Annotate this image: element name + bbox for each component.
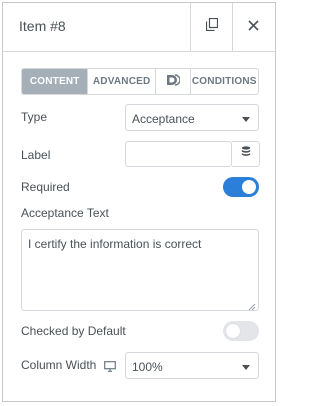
tab-conditions[interactable]: CONDITIONS xyxy=(191,69,258,94)
close-icon xyxy=(248,18,259,36)
dynamic-tags-button[interactable] xyxy=(232,141,260,167)
duplicate-button[interactable] xyxy=(190,3,232,51)
tab-dynamic[interactable] xyxy=(156,69,191,94)
chevron-down-icon xyxy=(242,365,250,370)
acceptance-text-textarea[interactable]: I certify the information is correct xyxy=(21,229,259,311)
toggle-knob xyxy=(226,324,240,338)
checked-by-default-toggle[interactable] xyxy=(223,321,259,341)
label-input[interactable] xyxy=(125,141,232,167)
toggle-knob xyxy=(242,180,256,194)
panel-header: Item #8 xyxy=(3,3,275,52)
label-field-label: Label xyxy=(21,148,51,162)
chevron-down-icon xyxy=(242,117,250,122)
checked-by-default-label: Checked by Default xyxy=(21,324,126,338)
required-label: Required xyxy=(21,180,70,194)
acceptance-text-label: Acceptance Text xyxy=(21,206,109,220)
duplicate-icon xyxy=(205,17,218,36)
item-settings-panel: Item #8 CONTENT ADVANCED CONDITIONS Type… xyxy=(2,2,276,402)
column-width-select[interactable]: 100% xyxy=(125,352,259,379)
desktop-icon[interactable] xyxy=(104,359,116,377)
dynamic-d-icon xyxy=(166,74,181,89)
tab-content[interactable]: CONTENT xyxy=(22,69,89,94)
column-width-label: Column Width xyxy=(21,358,97,372)
type-select-value: Acceptance xyxy=(132,112,195,126)
panel-title: Item #8 xyxy=(19,18,66,34)
type-select[interactable]: Acceptance xyxy=(125,104,259,131)
tab-advanced[interactable]: ADVANCED xyxy=(88,69,156,94)
type-label: Type xyxy=(21,110,48,124)
column-width-value: 100% xyxy=(132,360,163,374)
acceptance-text-value: I certify the information is correct xyxy=(28,237,202,251)
resize-handle-icon[interactable] xyxy=(248,300,256,311)
settings-tabs: CONTENT ADVANCED CONDITIONS xyxy=(21,68,259,95)
required-toggle[interactable] xyxy=(223,177,259,197)
close-button[interactable] xyxy=(232,3,274,51)
database-icon xyxy=(241,145,251,163)
